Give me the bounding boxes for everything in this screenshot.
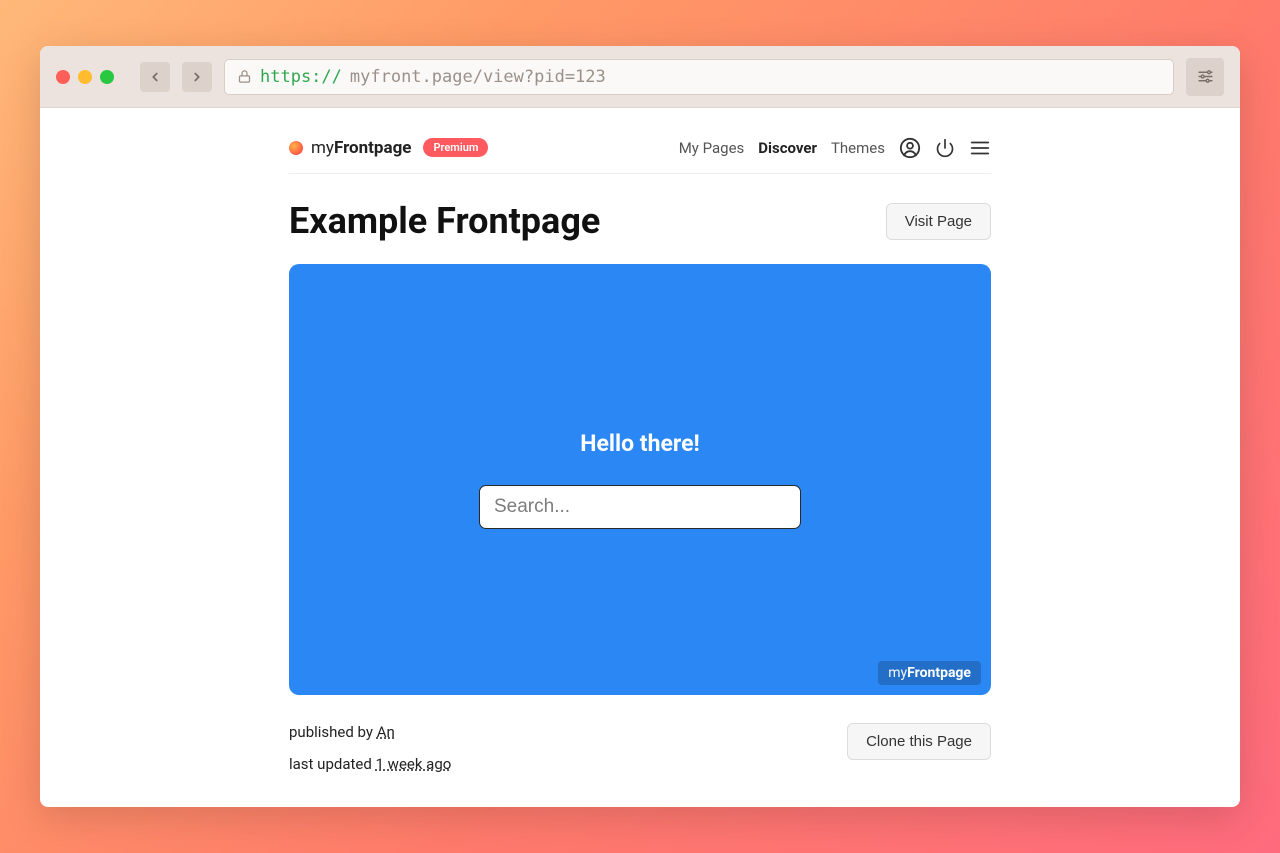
brand[interactable]: myFrontpage Premium [289,138,488,158]
user-circle-icon [899,137,921,159]
window-minimize-icon[interactable] [78,70,92,84]
updated-prefix: last updated [289,755,376,773]
url-scheme: https:// [260,67,342,87]
visit-page-button[interactable]: Visit Page [886,203,991,240]
brand-name: myFrontpage [311,138,411,158]
chevron-left-icon [148,70,162,84]
published-prefix: published by [289,723,377,741]
top-nav: myFrontpage Premium My Pages Discover Th… [289,122,991,174]
hamburger-icon [969,137,991,159]
nav-my-pages[interactable]: My Pages [679,139,745,157]
published-by: published by An [289,723,451,741]
author-link[interactable]: An [377,723,395,741]
preview-search-input[interactable] [479,485,801,529]
page-viewport: myFrontpage Premium My Pages Discover Th… [40,108,1240,807]
updated-value[interactable]: 1 week ago [376,755,452,773]
meta-left: published by An last updated 1 week ago [289,723,451,773]
preview-heading: Hello there! [580,430,699,457]
page-container: myFrontpage Premium My Pages Discover Th… [289,108,991,773]
window-close-icon[interactable] [56,70,70,84]
browser-window: https://myfront.page/view?pid=123 myFron… [40,46,1240,807]
browser-settings-button[interactable] [1186,58,1224,96]
browser-chrome: https:// myfront.page/view?pid=123 [40,46,1240,108]
meta-row: published by An last updated 1 week ago … [289,695,991,773]
window-zoom-icon[interactable] [100,70,114,84]
nav-back-button[interactable] [140,62,170,92]
power-button[interactable] [935,138,955,158]
clone-page-button[interactable]: Clone this Page [847,723,991,760]
window-controls [56,70,114,84]
preview-watermark: myFrontpage [878,661,981,685]
last-updated: last updated 1 week ago [289,755,451,773]
sliders-icon [1197,68,1214,85]
nav-themes[interactable]: Themes [831,139,885,157]
brand-name-bold: Frontpage [334,138,412,158]
account-button[interactable] [899,137,921,159]
address-bar[interactable]: https:// myfront.page/view?pid=123 [224,59,1174,95]
chevron-right-icon [190,70,204,84]
menu-button[interactable] [969,137,991,159]
brand-name-light: my [311,138,334,158]
brand-logo-icon [289,141,303,155]
url-path: myfront.page/view?pid=123 [350,67,606,87]
premium-badge: Premium [423,138,488,157]
title-row: Example Frontpage Visit Page [289,174,991,264]
watermark-bold: Frontpage [907,665,971,681]
preview-card: Hello there! myFrontpage [289,264,991,695]
nav-discover[interactable]: Discover [758,139,817,157]
page-title: Example Frontpage [289,200,600,242]
watermark-light: my [888,665,907,681]
lock-icon [237,69,252,84]
power-icon [935,138,955,158]
nav-links: My Pages Discover Themes [679,137,991,159]
nav-forward-button[interactable] [182,62,212,92]
